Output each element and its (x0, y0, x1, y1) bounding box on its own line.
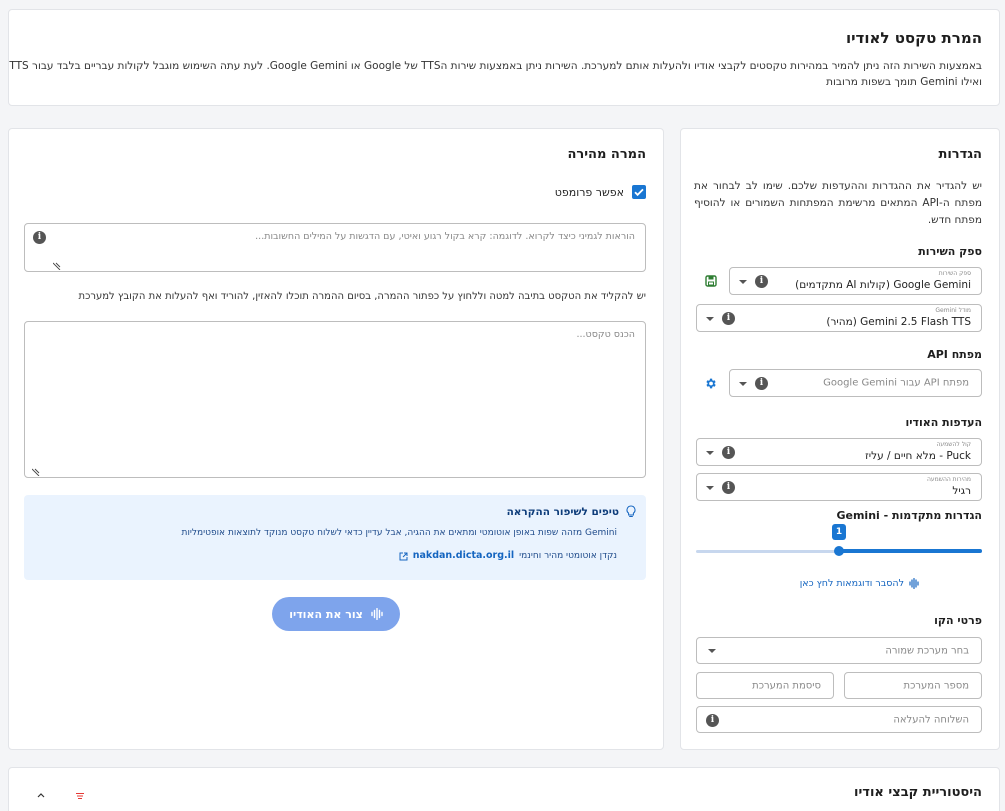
api-key-select[interactable]: מפתח API עבור Google Gemini i (729, 369, 982, 397)
quick-card: המרה מהירה אפשר פרומפט הוראות לגמיני כיצ… (8, 128, 664, 750)
text-placeholder: הכנס טקסט... (576, 329, 635, 340)
prompt-placeholder: הוראות לגמיני כיצד לקרוא. לדוגמה: קרא בק… (255, 231, 635, 242)
nakdan-link[interactable]: nakdan.dicta.org.il (413, 550, 514, 561)
slider-value-label: 1 (832, 524, 846, 540)
slider-thumb[interactable] (834, 546, 844, 556)
model-select[interactable]: מודל Gemini Gemini 2.5 Flash TTS (מהיר) … (696, 304, 982, 332)
audio-section-title: העדפות האודיו (905, 416, 982, 429)
saved-system-select[interactable]: בחר מערכת שמורה (696, 637, 982, 664)
header-card: המרת טקסט לאודיו באמצעות השירות הזה ניתן… (7, 9, 1000, 106)
generate-audio-label: צור את האודיו (289, 607, 363, 621)
tips-header: טיפים לשיפור ההקראה (507, 505, 636, 518)
generate-audio-button[interactable]: צור את האודיו (272, 597, 400, 631)
page-description-line2: ואילו Gemini תומך בשפות מרובות (826, 76, 982, 88)
chevron-down-icon (706, 317, 714, 321)
model-label: מודל Gemini (935, 307, 971, 314)
voice-value: Puck - מלא חיים / עליז (865, 450, 971, 462)
api-key-placeholder: מפתח API עבור Google Gemini (823, 377, 969, 389)
provider-section-title: ספק השירות (918, 245, 982, 258)
examples-link-text: להסבר ודוגמאות לחץ כאן (799, 578, 904, 589)
quick-instructions: יש להקליד את הטקסט בתיבה למטה וללחוץ על … (78, 291, 647, 302)
quick-title: המרה מהירה (567, 147, 646, 162)
provider-value: Google Gemini (קולות AI מתקדמים) (795, 279, 971, 291)
examples-link[interactable]: להסבר ודוגמאות לחץ כאן (799, 577, 919, 590)
waveform-icon (371, 607, 383, 621)
save-icon[interactable] (705, 275, 717, 287)
speed-select[interactable]: מהירות ההשמעה רגיל i (696, 473, 982, 501)
external-link-icon[interactable] (399, 551, 408, 561)
enable-prompt-label: אפשר פרומפט (554, 185, 624, 199)
chevron-down-icon (739, 280, 747, 284)
prompt-textarea[interactable]: הוראות לגמיני כיצד לקרוא. לדוגמה: קרא בק… (24, 223, 646, 272)
filter-icon[interactable] (75, 790, 85, 800)
slider-fill (838, 549, 982, 553)
settings-title: הגדרות (938, 147, 982, 162)
system-number-input[interactable]: מספר המערכת (844, 672, 982, 699)
voice-label: קול להשמעה (936, 441, 971, 448)
info-icon[interactable]: i (755, 377, 768, 390)
tips-body: Gemini מזהה שפות באופן אוטומטי ומתאים את… (181, 528, 617, 538)
tips-link-row: נקדן אוטומטי מהיר וחינמי nakdan.dicta.or… (399, 550, 617, 561)
advanced-section-title: הגדרות מתקדמות - Gemini (836, 509, 982, 522)
history-title: היסטוריית קבצי אודיו (854, 785, 982, 800)
settings-card: הגדרות יש להגדיר את ההגדרות וההעדפות שלכ… (680, 128, 1000, 750)
waveform-icon (909, 577, 919, 590)
text-textarea[interactable]: הכנס טקסט... (24, 321, 646, 478)
checkbox-checked-icon[interactable] (632, 185, 646, 199)
settings-intro: יש להגדיר את ההגדרות וההעדפות שלכם. שימו… (694, 180, 983, 226)
provider-label: ספק השירות (938, 270, 971, 277)
system-password-placeholder: סיסמת המערכת (752, 680, 821, 691)
info-icon[interactable]: i (706, 714, 719, 727)
chevron-down-icon (739, 382, 747, 386)
speed-value: רגיל (952, 485, 971, 497)
api-section-title: מפתח API (927, 348, 982, 361)
chevron-down-icon (706, 451, 714, 455)
system-number-placeholder: מספר המערכת (903, 680, 969, 691)
info-icon[interactable]: i (722, 312, 735, 325)
history-card: היסטוריית קבצי אודיו (8, 767, 1000, 811)
chevron-down-icon (708, 649, 716, 653)
provider-select[interactable]: ספק השירות Google Gemini (קולות AI מתקדמ… (729, 267, 982, 295)
extension-placeholder: השלוחה להעלאה (893, 714, 969, 725)
enable-prompt-checkbox[interactable]: אפשר פרומפט (555, 185, 646, 199)
info-icon[interactable]: i (755, 275, 768, 288)
gear-icon[interactable] (704, 377, 717, 390)
voice-select[interactable]: קול להשמעה Puck - מלא חיים / עליז i (696, 438, 982, 466)
tips-box: טיפים לשיפור ההקראה Gemini מזהה שפות באו… (24, 495, 646, 580)
info-icon[interactable]: i (722, 446, 735, 459)
resize-handle-icon[interactable] (31, 466, 40, 477)
resize-handle-icon[interactable] (52, 260, 61, 271)
speed-label: מהירות ההשמעה (926, 476, 971, 483)
slider-value: 1 (835, 527, 843, 537)
info-icon[interactable]: i (722, 481, 735, 494)
info-icon[interactable]: i (33, 231, 46, 244)
tips-link-desc: נקדן אוטומטי מהיר וחינמי (519, 550, 617, 561)
chevron-down-icon (706, 486, 714, 490)
line-section-title: פרטי הקו (934, 614, 982, 627)
lightbulb-icon (626, 505, 636, 518)
system-password-input[interactable]: סיסמת המערכת (696, 672, 834, 699)
extension-input[interactable]: השלוחה להעלאה i (696, 706, 982, 733)
saved-system-placeholder: בחר מערכת שמורה (885, 645, 969, 656)
model-value: Gemini 2.5 Flash TTS (מהיר) (826, 316, 971, 328)
page-title: המרת טקסט לאודיו (845, 29, 982, 47)
tips-title: טיפים לשיפור ההקראה (506, 505, 619, 518)
chevron-up-icon[interactable] (36, 789, 46, 798)
